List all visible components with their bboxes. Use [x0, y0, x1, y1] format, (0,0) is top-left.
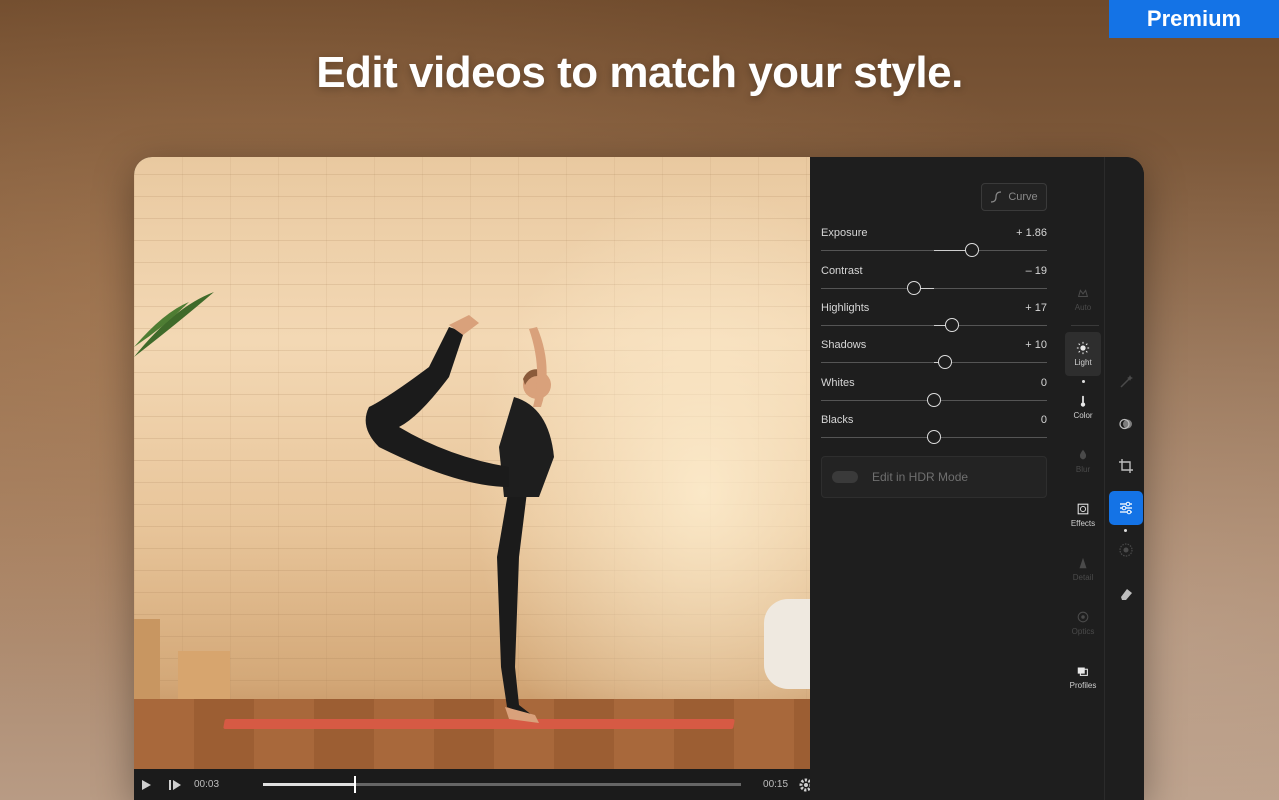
tool-label: Light: [1074, 358, 1092, 367]
rail-heal-button[interactable]: [1109, 533, 1143, 567]
tool-label: Optics: [1071, 627, 1095, 636]
rail-eraser-button[interactable]: [1109, 577, 1143, 611]
rail-crop-button[interactable]: [1109, 449, 1143, 483]
crop-icon: [1119, 459, 1133, 473]
sun-icon: [1076, 341, 1090, 355]
premium-badge[interactable]: Premium: [1109, 0, 1279, 38]
slider-value: 0: [1040, 414, 1047, 426]
cushion: [764, 599, 810, 689]
tool-color[interactable]: Color: [1065, 385, 1101, 429]
auto-icon: [1077, 289, 1089, 298]
tool-detail[interactable]: Detail: [1065, 547, 1101, 591]
slider-label: Whites: [821, 377, 855, 389]
hdr-switch[interactable]: [832, 471, 858, 483]
tools-divider: [1071, 325, 1099, 326]
tool-label: Color: [1073, 411, 1093, 420]
app-window: 00:03 00:15 Curve Exposure + 1.86 Contrast…: [134, 157, 1144, 800]
tool-auto[interactable]: Auto: [1065, 277, 1101, 321]
slider-value: + 17: [1025, 302, 1047, 314]
active-indicator: [1082, 380, 1085, 383]
slider-value: 0: [1040, 377, 1047, 389]
curve-label: Curve: [1008, 191, 1038, 203]
yoga-figure: [365, 315, 554, 723]
slider-highlights[interactable]: Highlights + 17: [821, 302, 1047, 342]
slider-label: Highlights: [821, 302, 870, 314]
rail-adjust-sliders-button[interactable]: [1109, 491, 1143, 525]
slider-knob[interactable]: [927, 430, 941, 444]
slider-knob[interactable]: [965, 243, 980, 257]
plant-leaves: [134, 292, 214, 357]
curve-button[interactable]: Curve: [981, 183, 1047, 211]
video-preview[interactable]: [134, 157, 810, 769]
tool-blur[interactable]: Blur: [1065, 439, 1101, 483]
tool-label: Effects: [1070, 519, 1096, 528]
drop-icon: [1079, 449, 1087, 460]
edit-panel: Curve Exposure + 1.86 Contrast – 19 Highligh…: [810, 157, 1144, 800]
eraser-icon: [1121, 589, 1132, 600]
thermometer-icon: [1080, 395, 1086, 407]
scrub-handle[interactable]: [353, 776, 356, 793]
lens-icon: [1077, 611, 1089, 623]
slider-track[interactable]: [821, 288, 1047, 289]
tool-label: Detail: [1072, 573, 1094, 582]
slider-value: – 19: [1025, 265, 1047, 277]
slider-knob[interactable]: [906, 281, 921, 295]
active-indicator: [1124, 529, 1127, 532]
hdr-mode-toggle[interactable]: Edit in HDR Mode: [821, 456, 1047, 498]
play-icon[interactable]: [140, 775, 152, 795]
slider-exposure[interactable]: Exposure + 1.86: [821, 227, 1047, 267]
slider-label: Blacks: [821, 414, 854, 426]
tool-light[interactable]: Light: [1065, 332, 1101, 376]
slider-contrast[interactable]: Contrast – 19: [821, 265, 1047, 305]
adjust-sliders-icon: [1120, 501, 1132, 515]
slider-value: + 10: [1025, 339, 1047, 351]
slider-whites[interactable]: Whites 0: [821, 377, 1047, 417]
tool-label: Profiles: [1069, 681, 1097, 690]
scrub-progress: [263, 783, 354, 786]
scrub-bar[interactable]: [263, 776, 742, 793]
adjustment-tools: Auto Light Color Blur Effects Detail Optics Pro…: [1063, 157, 1105, 800]
duration: 00:15: [763, 779, 789, 790]
slider-value: + 1.86: [1016, 227, 1047, 239]
triangle-icon: [1079, 557, 1087, 569]
current-time: 00:03: [194, 779, 220, 790]
tool-label: Auto: [1074, 303, 1092, 312]
profiles-icon: [1077, 667, 1088, 676]
panel-divider: [1104, 157, 1105, 800]
tool-rail: [1107, 157, 1144, 800]
wand-icon: [1120, 375, 1133, 388]
heal-icon: [1119, 543, 1133, 557]
headline: Edit videos to match your style.: [316, 48, 963, 97]
rail-wand-button[interactable]: [1109, 365, 1143, 399]
hdr-label: Edit in HDR Mode: [872, 470, 969, 484]
tool-label: Blur: [1075, 465, 1091, 474]
video-controls: 00:03 00:15: [134, 769, 813, 800]
masking-icon: [1119, 418, 1132, 430]
effects-icon: [1077, 503, 1089, 515]
step-forward-icon[interactable]: [168, 775, 182, 795]
rail-masking-button[interactable]: [1109, 407, 1143, 441]
slider-knob[interactable]: [938, 355, 953, 369]
tool-profiles[interactable]: Profiles: [1065, 655, 1101, 699]
slider-knob[interactable]: [945, 318, 960, 332]
tool-effects[interactable]: Effects: [1065, 493, 1101, 537]
slider-label: Contrast: [821, 265, 863, 277]
curve-icon: [991, 191, 1002, 203]
tool-optics[interactable]: Optics: [1065, 601, 1101, 645]
slider-label: Exposure: [821, 227, 868, 239]
slider-label: Shadows: [821, 339, 867, 351]
slider-blacks[interactable]: Blacks 0: [821, 414, 1047, 454]
yoga-blocks: [134, 609, 234, 699]
slider-shadows[interactable]: Shadows + 10: [821, 339, 1047, 379]
slider-knob[interactable]: [927, 393, 941, 407]
